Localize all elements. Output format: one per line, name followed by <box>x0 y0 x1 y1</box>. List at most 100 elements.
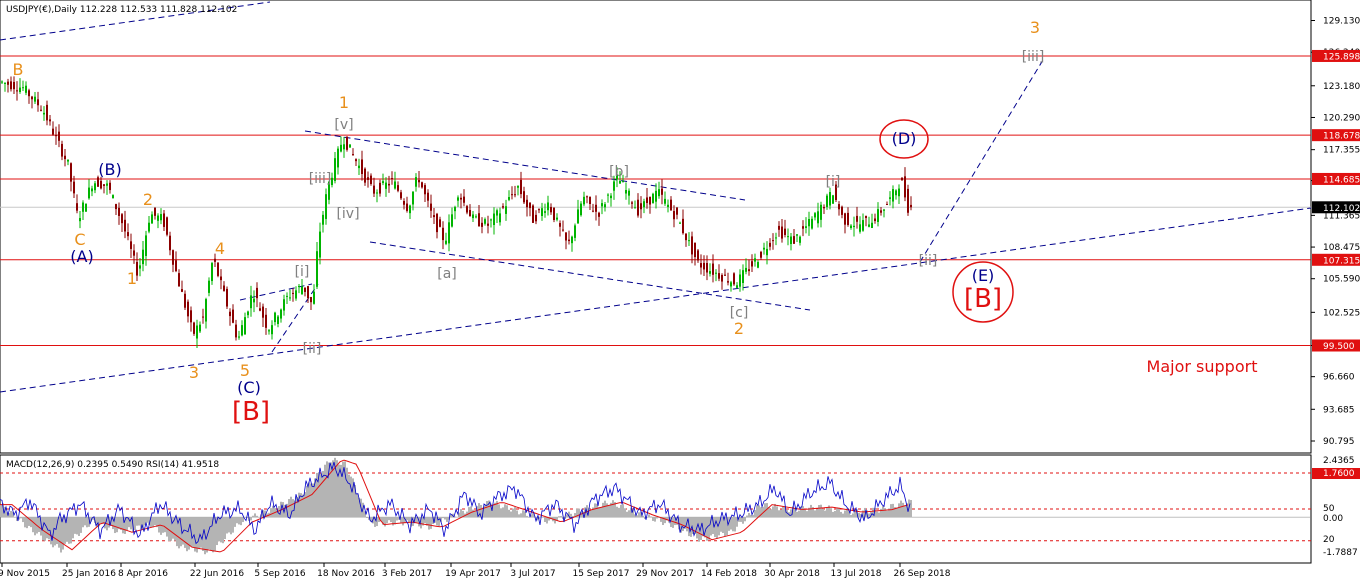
macd-bar <box>516 510 518 518</box>
candle-body <box>859 224 861 232</box>
candle-body <box>517 186 519 188</box>
candle-body <box>601 203 603 207</box>
macd-bar <box>804 509 806 518</box>
macd-bar <box>472 509 474 518</box>
candle-body <box>784 228 786 235</box>
candle-body <box>223 285 225 291</box>
macd-bar <box>330 462 332 518</box>
candle-body <box>295 290 297 299</box>
candle-body <box>508 197 510 200</box>
macd-bar <box>544 517 546 522</box>
candle-body <box>853 225 855 228</box>
candle-body <box>691 236 693 255</box>
candle-body <box>742 270 744 283</box>
candle-body <box>907 188 909 213</box>
candle-body <box>217 262 219 276</box>
candle-body <box>250 295 252 309</box>
macd-bar <box>406 517 408 521</box>
macd-bar <box>806 511 808 518</box>
candle-body <box>283 299 285 311</box>
macd-bar <box>138 517 140 526</box>
macd-bar <box>504 504 506 518</box>
candle-body <box>676 207 678 215</box>
candle-body <box>805 226 807 228</box>
candle-body <box>889 197 891 199</box>
candle-body <box>619 180 621 184</box>
macd-bar <box>48 517 50 540</box>
candle-body <box>493 213 495 226</box>
macd-bar <box>566 514 568 518</box>
candle-body <box>4 82 6 84</box>
macd-bar <box>898 503 900 518</box>
candle-body <box>55 135 57 137</box>
candle-body <box>31 96 33 100</box>
macd-bar <box>618 507 620 518</box>
macd-bar <box>598 507 600 518</box>
candle-body <box>799 236 801 243</box>
candle-body <box>235 324 237 338</box>
y-tick-label: 96.660 <box>1323 373 1355 383</box>
candle-body <box>370 175 372 184</box>
candle-body <box>349 144 351 148</box>
candle-body <box>895 190 897 196</box>
macd-bar <box>824 510 826 518</box>
candle-body <box>577 209 579 224</box>
macd-bar <box>346 467 348 518</box>
macd-bar <box>886 510 888 518</box>
candle-body <box>760 251 762 258</box>
macd-bar <box>388 517 390 521</box>
candle-body <box>499 213 501 223</box>
candle-body <box>268 330 270 332</box>
macd-bar <box>152 517 154 528</box>
last-price-label: 112.102 <box>1323 204 1360 214</box>
macd-bar <box>754 510 756 518</box>
candle-body <box>880 210 882 213</box>
candle-body <box>706 262 708 273</box>
macd-bar <box>324 464 326 518</box>
macd-bar <box>230 517 232 535</box>
candle-body <box>166 217 168 235</box>
macd-bar <box>900 500 902 518</box>
candle-body <box>364 168 366 183</box>
candle-body <box>634 207 636 209</box>
macd-bar <box>164 517 166 533</box>
candle-body <box>106 183 108 186</box>
candle-body <box>502 206 504 208</box>
macd-bar <box>818 505 820 518</box>
macd-bar <box>842 513 844 518</box>
macd-bar <box>234 517 236 527</box>
macd-bar <box>44 517 46 541</box>
macd-bar <box>24 517 26 528</box>
macd-bar <box>744 517 746 522</box>
x-tick-label: 26 Sep 2018 <box>893 569 950 579</box>
candle-body <box>280 309 282 319</box>
candle-body <box>457 197 459 201</box>
candle-body <box>898 188 900 197</box>
candle-body <box>103 184 105 186</box>
level-label: 99.500 <box>1323 342 1355 352</box>
candle-body <box>649 196 651 205</box>
macd-bar <box>224 517 226 540</box>
macd-bar <box>838 507 840 518</box>
level-label: 125.898 <box>1323 52 1360 62</box>
candle-body <box>79 218 81 222</box>
candle-body <box>901 177 903 181</box>
candle-body <box>382 181 384 184</box>
candle-body <box>34 96 36 102</box>
macd-bar <box>778 510 780 518</box>
macd-bar <box>186 517 188 552</box>
macd-bar <box>310 483 312 518</box>
macd-bar <box>302 494 304 518</box>
x-tick-label: 5 Sep 2016 <box>254 569 306 579</box>
candle-body <box>226 288 228 307</box>
macd-bar <box>546 517 548 524</box>
candle-body <box>22 87 24 89</box>
x-tick-label: 9 Nov 2015 <box>0 569 50 579</box>
macd-bar <box>742 517 744 524</box>
macd-bar <box>782 506 784 518</box>
macd-bar <box>876 511 878 518</box>
candle-body <box>670 199 672 211</box>
level-label: 107.315 <box>1323 256 1360 266</box>
candle-body <box>721 274 723 282</box>
candle-body <box>424 185 426 195</box>
